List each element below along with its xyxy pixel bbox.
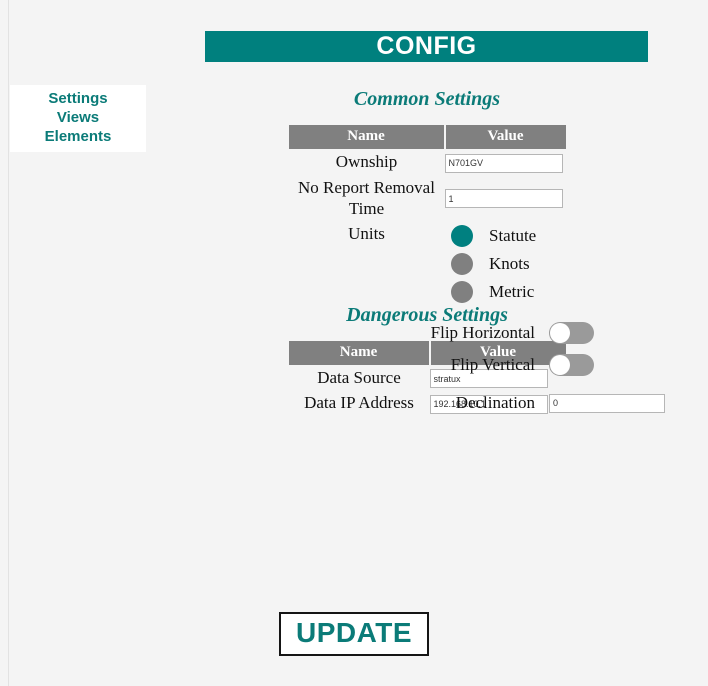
page-edge-line: [8, 0, 9, 686]
flip-horizontal-row: Flip Horizontal: [296, 317, 708, 349]
no-report-removal-time-input[interactable]: [444, 189, 563, 209]
radio-unselected-icon[interactable]: [451, 281, 473, 303]
units-option-label-statute: Statute: [489, 226, 537, 245]
units-option-metric[interactable]: Metric: [451, 278, 536, 306]
nav-item-settings[interactable]: Settings: [10, 89, 146, 108]
nav-menu: Settings Views Elements: [10, 85, 146, 152]
toggle-section: Flip Horizontal Flip Vertical Declinatio…: [296, 317, 708, 419]
nav-item-elements[interactable]: Elements: [10, 127, 146, 146]
units-radio-group: Statute Knots Metric: [451, 222, 536, 306]
row-label-no-report-removal-time: No Report Removal Time: [298, 177, 435, 218]
common-settings-heading: Common Settings: [353, 88, 501, 110]
units-option-statute[interactable]: Statute: [451, 222, 536, 250]
ownship-input[interactable]: [444, 153, 563, 173]
declination-row: Declination: [296, 387, 708, 419]
row-value-ownship: [444, 149, 566, 175]
column-header-name: Name: [288, 125, 446, 149]
table-row-no-report-removal-time: No Report Removal Time: [289, 175, 566, 221]
flip-vertical-toggle[interactable]: [549, 354, 594, 376]
flip-horizontal-toggle[interactable]: [549, 322, 594, 344]
declination-label: Declination: [455, 393, 535, 412]
flip-vertical-label: Flip Vertical: [450, 355, 535, 374]
units-option-label-knots: Knots: [489, 254, 530, 273]
row-value-no-report-removal-time: [444, 175, 566, 221]
column-header-value: Value: [444, 125, 566, 149]
flip-vertical-row: Flip Vertical: [296, 349, 708, 381]
page-title-banner: CONFIG: [205, 31, 648, 62]
flip-horizontal-label: Flip Horizontal: [430, 323, 535, 342]
units-option-knots[interactable]: Knots: [451, 250, 536, 278]
update-button[interactable]: UPDATE: [278, 612, 430, 656]
row-label-ownship: Ownship: [335, 152, 398, 172]
nav-item-views[interactable]: Views: [10, 108, 146, 127]
content-column: Common Settings Name Value Ownship No Re…: [146, 62, 708, 416]
toggle-knob-icon: [550, 323, 570, 343]
units-option-label-metric: Metric: [489, 282, 535, 301]
update-button-container: UPDATE: [0, 612, 708, 656]
radio-selected-icon[interactable]: [451, 225, 473, 247]
row-label-units: Units: [348, 223, 385, 243]
declination-input[interactable]: [549, 393, 665, 413]
table-header-row: Name Value: [288, 125, 566, 149]
radio-unselected-icon[interactable]: [451, 253, 473, 275]
toggle-knob-icon: [550, 355, 570, 375]
table-row-ownship: Ownship: [289, 149, 566, 175]
